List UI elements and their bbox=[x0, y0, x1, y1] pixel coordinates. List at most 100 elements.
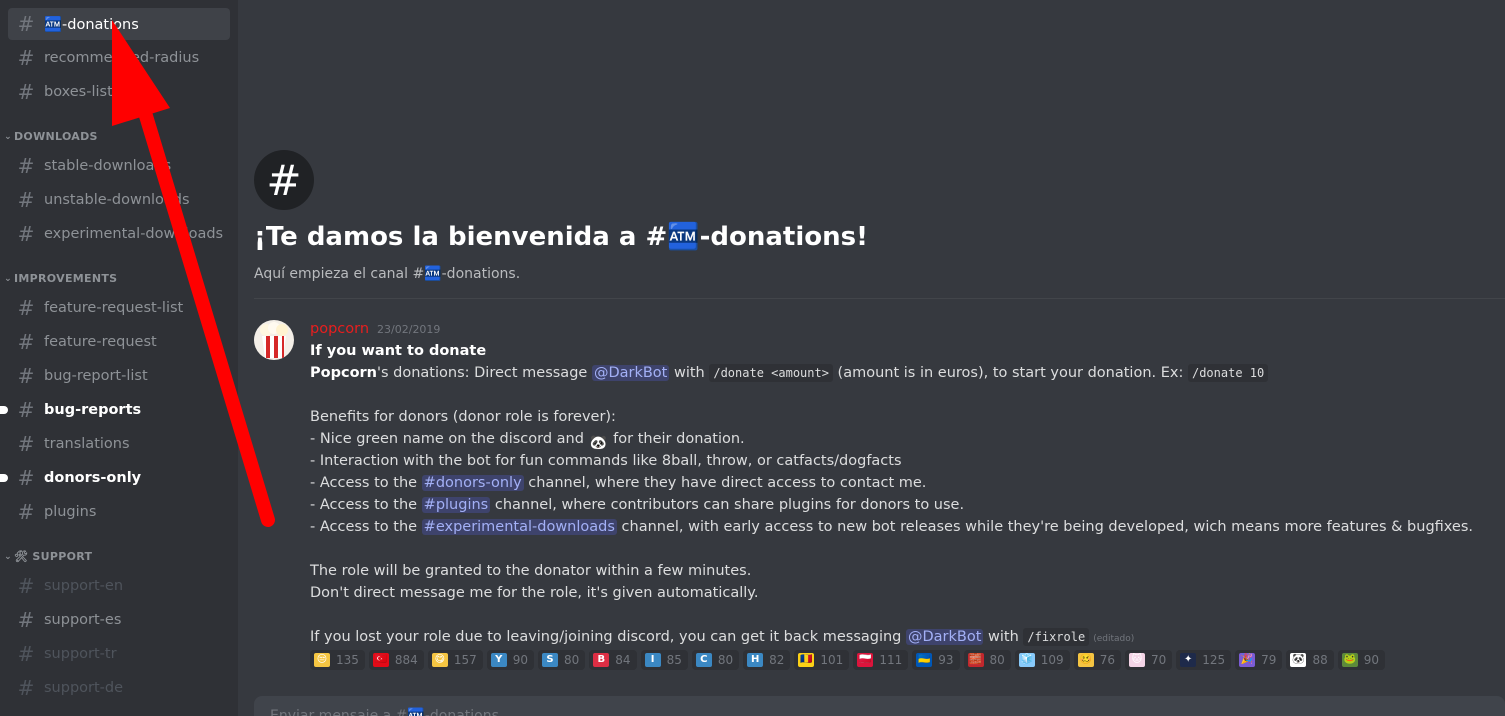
channel-label: donors-only bbox=[44, 470, 142, 486]
reaction[interactable]: 🇷🇴 101 bbox=[794, 650, 850, 670]
chevron-down-icon: ⌄ bbox=[4, 551, 12, 562]
reaction[interactable]: ✦ 125 bbox=[1176, 650, 1232, 670]
channel-support-es[interactable]: # support-es bbox=[8, 604, 230, 636]
text: If you lost your role due to leaving/joi… bbox=[310, 629, 906, 645]
welcome-subtitle: Aquí empieza el canal #🏧-donations. bbox=[254, 266, 521, 282]
text: with bbox=[983, 629, 1024, 645]
welcome-title: ¡Te damos la bienvenida a #🏧-donations! bbox=[254, 222, 868, 252]
reaction-emoji-icon: 🇵🇱 bbox=[857, 653, 874, 667]
channel-plugins[interactable]: # plugins bbox=[8, 496, 230, 528]
channel-bug-reports[interactable]: # bug-reports bbox=[0, 394, 230, 426]
benefits-heading: Benefits for donors (donor role is forev… bbox=[310, 409, 616, 425]
user-mention[interactable]: @DarkBot bbox=[591, 365, 670, 381]
text: channel, with early access to new bot re… bbox=[616, 519, 1474, 535]
hash-icon: # bbox=[17, 330, 35, 354]
reaction-count: 82 bbox=[769, 653, 785, 667]
chevron-down-icon: ⌄ bbox=[4, 273, 12, 284]
reaction[interactable]: C 80 bbox=[691, 650, 740, 670]
channel-support-en[interactable]: # support-en bbox=[8, 570, 230, 602]
reaction-emoji-icon: H bbox=[747, 653, 764, 667]
channel-link-donors-only[interactable]: #donors-only bbox=[421, 475, 524, 491]
channel-link-plugins[interactable]: #plugins bbox=[421, 497, 491, 513]
channel-hash-icon: # bbox=[254, 150, 314, 210]
benefit-3: - Access to the #donors-only channel, wh… bbox=[310, 472, 1490, 494]
user-mention[interactable]: @DarkBot bbox=[906, 629, 984, 645]
hash-icon: # bbox=[17, 12, 35, 36]
reaction[interactable]: 😋 157 bbox=[427, 650, 483, 670]
inline-code: /donate 10 bbox=[1187, 364, 1269, 382]
reaction[interactable]: 🇵🇱 111 bbox=[853, 650, 909, 670]
hash-icon: # bbox=[17, 222, 35, 246]
reaction[interactable]: H 82 bbox=[743, 650, 791, 670]
avatar[interactable] bbox=[254, 320, 294, 360]
reaction[interactable]: 🐸 90 bbox=[1337, 650, 1385, 670]
channel-experimental-downloads[interactable]: # experimental-downloads bbox=[8, 218, 230, 250]
reaction-emoji-icon: 🥴 bbox=[1077, 653, 1094, 667]
reaction-emoji-icon: 🇺🇦 bbox=[916, 653, 933, 667]
reaction-count: 109 bbox=[1040, 653, 1064, 667]
reaction[interactable]: 🐼 88 bbox=[1286, 650, 1334, 670]
reaction[interactable]: 🧱 80 bbox=[963, 650, 1011, 670]
hash-icon: # bbox=[17, 398, 35, 422]
reaction-emoji-icon: 🧊 bbox=[1018, 653, 1035, 667]
channel-feature-request-list[interactable]: # feature-request-list bbox=[8, 292, 230, 324]
benefit-4: - Access to the #plugins channel, where … bbox=[310, 494, 1490, 516]
channel-recommended-radius[interactable]: # recommended-radius bbox=[8, 42, 230, 74]
channel-support-de[interactable]: # support-de bbox=[8, 672, 230, 704]
channel-link-experimental-downloads[interactable]: #experimental-downloads bbox=[421, 519, 617, 535]
channel-label: stable-downloads bbox=[44, 158, 172, 174]
reaction-count: 125 bbox=[1202, 653, 1226, 667]
reaction-count: 85 bbox=[666, 653, 682, 667]
reaction[interactable]: B 84 bbox=[589, 650, 637, 670]
channel-translations[interactable]: # translations bbox=[8, 428, 230, 460]
unread-indicator bbox=[0, 406, 8, 414]
reaction[interactable]: I 85 bbox=[640, 650, 688, 670]
text: - Nice green name on the discord and bbox=[310, 431, 589, 447]
message: popcorn 23/02/2019 If you want to donate… bbox=[310, 318, 1490, 648]
reaction[interactable]: 🐱 70 bbox=[1124, 650, 1173, 670]
text-bold: Popcorn bbox=[310, 365, 377, 381]
channel-donations[interactable]: # 🏧-donations bbox=[8, 8, 230, 40]
text: - Access to the bbox=[310, 497, 422, 513]
reaction[interactable]: S 80 bbox=[538, 650, 586, 670]
reaction-emoji-icon: 🐱 bbox=[1128, 653, 1145, 667]
hash-icon: # bbox=[17, 188, 35, 212]
channel-stable-downloads[interactable]: # stable-downloads bbox=[8, 150, 230, 182]
channel-unstable-downloads[interactable]: # unstable-downloads bbox=[8, 184, 230, 216]
channel-support-tr[interactable]: # support-tr bbox=[8, 638, 230, 670]
reaction[interactable]: 🇹🇷 884 bbox=[368, 650, 424, 670]
reaction-count: 101 bbox=[820, 653, 844, 667]
hash-icon: # bbox=[17, 80, 35, 104]
message-timestamp: 23/02/2019 bbox=[377, 323, 441, 336]
reaction[interactable]: Y 90 bbox=[486, 650, 534, 670]
channel-donors-only[interactable]: # donors-only bbox=[0, 462, 230, 494]
lost-role-line: If you lost your role due to leaving/joi… bbox=[310, 626, 1490, 648]
channel-bug-report-list[interactable]: # bug-report-list bbox=[8, 360, 230, 392]
channel-feature-request[interactable]: # feature-request bbox=[8, 326, 230, 358]
reaction[interactable]: 🇺🇦 93 bbox=[912, 650, 960, 670]
reaction[interactable]: 🎉 79 bbox=[1235, 650, 1283, 670]
hash-icon: # bbox=[17, 608, 35, 632]
reaction-emoji-icon: 🇹🇷 bbox=[372, 653, 389, 667]
locked-hash-icon: # bbox=[17, 500, 35, 524]
message-input[interactable]: Enviar mensaje a #🏧-donations bbox=[254, 696, 1505, 716]
category-support[interactable]: ⌄ 🛠 SUPPORT bbox=[2, 550, 92, 563]
category-downloads[interactable]: ⌄ DOWNLOADS bbox=[2, 130, 98, 143]
channel-boxes-list[interactable]: # boxes-list bbox=[8, 76, 230, 108]
reaction[interactable]: 🧊 109 bbox=[1014, 650, 1070, 670]
reaction[interactable]: 😒 135 bbox=[310, 650, 365, 670]
text: with bbox=[669, 365, 710, 381]
inline-code: /donate <amount> bbox=[709, 364, 833, 382]
reaction-count: 79 bbox=[1261, 653, 1277, 667]
reaction[interactable]: 🥴 76 bbox=[1073, 650, 1121, 670]
hash-icon: # bbox=[17, 364, 35, 388]
divider bbox=[254, 298, 1505, 299]
category-improvements[interactable]: ⌄ IMPROVEMENTS bbox=[2, 272, 117, 285]
text: for their donation. bbox=[608, 431, 745, 447]
reaction-emoji-icon: I bbox=[644, 653, 661, 667]
text: 's donations: Direct message bbox=[377, 365, 592, 381]
message-author[interactable]: popcorn bbox=[310, 318, 369, 340]
hash-icon: # bbox=[17, 46, 35, 70]
category-label: DOWNLOADS bbox=[14, 130, 98, 143]
role-note-1: The role will be granted to the donator … bbox=[310, 563, 752, 579]
